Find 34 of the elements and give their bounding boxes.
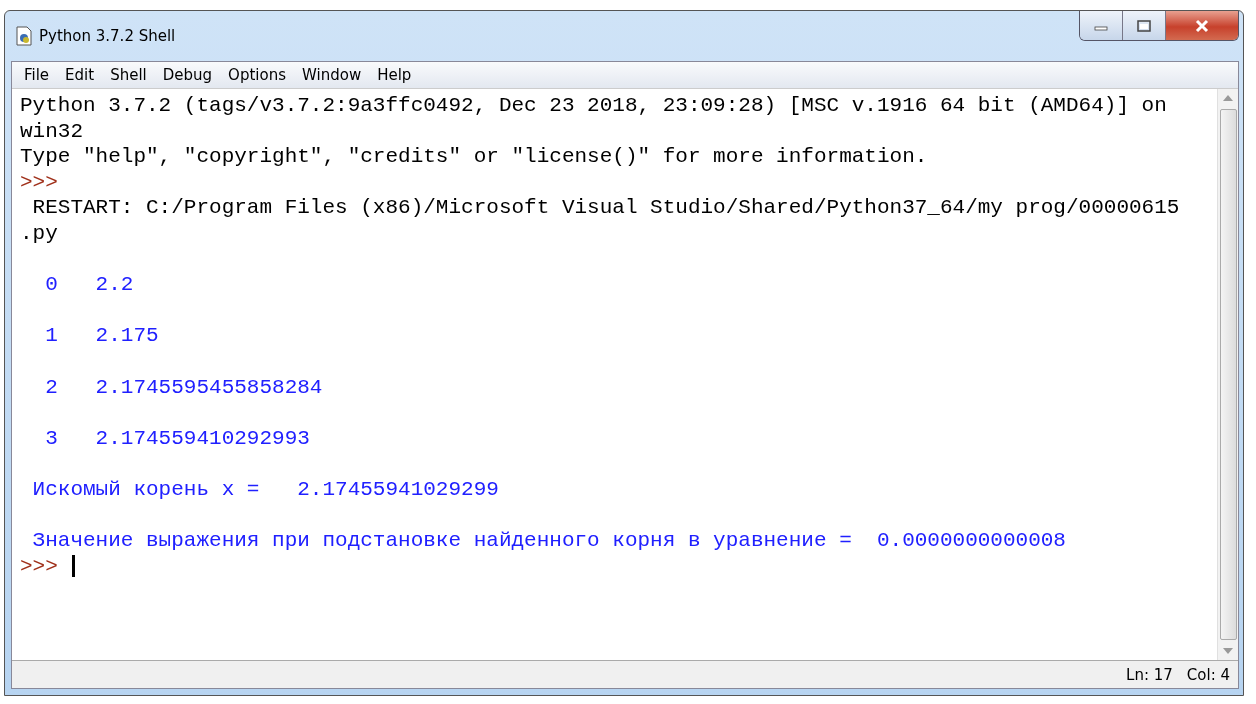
shell-output-line: Python 3.7.2 (tags/v3.7.2:9a3ffc0492, Dec 23 2018, 23:09:28) [MSC v.1916 64 bit (AMD64)] on <box>20 93 1167 119</box>
program-output-line: 1 2.175 <box>44 323 159 349</box>
close-icon <box>1194 18 1210 33</box>
line-number: Ln: 17 <box>1126 665 1173 684</box>
window-title: Python 3.7.2 Shell <box>39 27 176 45</box>
shell-prompt: >>> <box>20 169 58 196</box>
shell-output-line: Type "help", "copyright", "credits" or "license()" for more information. <box>20 144 928 170</box>
program-output-line: 2 2.1745595455858284 <box>44 374 323 401</box>
menu-item[interactable]: File <box>16 66 58 84</box>
program-output-line: Искомый корень x = 2.17455941029299 <box>31 476 499 503</box>
program-output-line: Значение выражения при подстановке найденного корня в уравнение = 0.0000000000008 <box>31 528 1066 554</box>
scrollbar-thumb[interactable] <box>1219 109 1237 640</box>
close-button[interactable] <box>1166 11 1238 40</box>
column-number: Col: 4 <box>1186 665 1230 684</box>
menu-item[interactable]: Shell <box>102 66 155 84</box>
shell-output-line: .py <box>20 220 58 247</box>
scroll-up-icon[interactable] <box>1223 95 1233 101</box>
program-output-line: 3 2.174559410292993 <box>44 425 310 452</box>
shell-output-line: win32 <box>20 118 83 145</box>
text-cursor <box>71 555 75 578</box>
shell-output-line: RESTART: C:/Program Files (x86)/Microsoft Visual Studio/Shared/Python37_64/my prog/00000615 <box>31 195 1180 221</box>
program-output-line: 0 2.2 <box>44 272 134 298</box>
menu-item[interactable]: Window <box>294 66 370 84</box>
scroll-down-icon[interactable] <box>1223 648 1233 654</box>
vertical-scrollbar[interactable] <box>1217 89 1238 660</box>
python-file-icon <box>15 26 33 46</box>
menu-item[interactable]: Edit <box>57 66 103 84</box>
maximize-icon <box>1136 18 1152 33</box>
menu-item[interactable]: Help <box>369 66 420 84</box>
shell-prompt: >>> <box>20 553 58 580</box>
menu-item[interactable]: Options <box>220 66 294 84</box>
maximize-button[interactable] <box>1123 11 1166 40</box>
menu-item[interactable]: Debug <box>154 66 221 84</box>
minimize-button[interactable] <box>1080 11 1123 40</box>
